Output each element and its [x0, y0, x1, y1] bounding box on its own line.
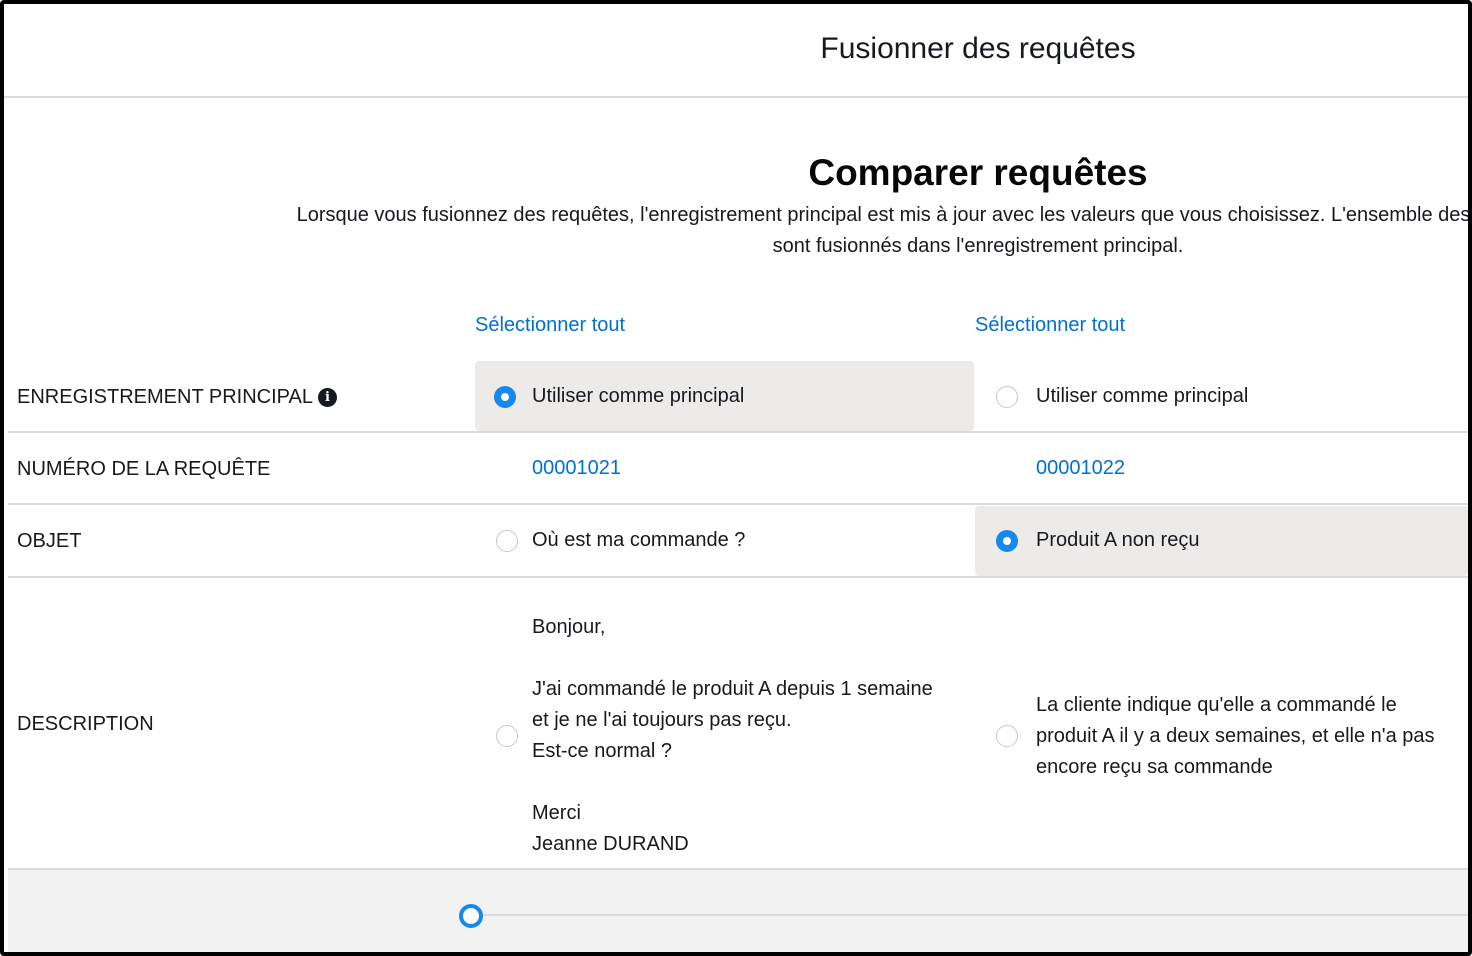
- modal-header: Fusionner des requêtes: [4, 4, 1468, 98]
- subject-cell-2[interactable]: Produit A non reçu: [975, 506, 1468, 576]
- description-cell-1[interactable]: Bonjour, J'ai commandé le produit A depu…: [475, 580, 974, 868]
- description-1-line: [532, 643, 933, 674]
- master-record-option-1: Utiliser comme principal: [532, 385, 745, 407]
- subject-radio-2[interactable]: [996, 530, 1018, 552]
- description-label: DESCRIPTION: [17, 712, 154, 735]
- case-number-row: NUMÉRO DE LA REQUÊTE 00001021 00001022: [8, 435, 1468, 505]
- description-1-line: Jeanne DURAND: [532, 833, 689, 855]
- description-row: DESCRIPTION Bonjour, J'ai commandé le pr…: [8, 580, 1468, 870]
- info-icon[interactable]: i: [317, 387, 337, 407]
- subject-radio-1[interactable]: [496, 530, 518, 552]
- select-all-link-column-1[interactable]: Sélectionner tout: [475, 314, 625, 337]
- master-record-row: ENREGISTREMENT PRINCIPAL i Utiliser comm…: [8, 361, 1468, 433]
- merge-description-line-2: sont fusionnés dans l'enregistrement pri…: [772, 235, 1184, 257]
- description-2-line: produit A il y a deux semaines, et elle …: [1036, 725, 1435, 747]
- master-record-radio-2[interactable]: [996, 386, 1018, 408]
- subject-row: OBJET Où est ma commande ? Produit A non…: [8, 506, 1468, 578]
- case-number-link-2[interactable]: 00001022: [1036, 453, 1125, 484]
- description-text-1: Bonjour, J'ai commandé le produit A depu…: [532, 612, 933, 860]
- subject-option-1: Où est ma commande ?: [532, 529, 746, 551]
- subject-option-2: Produit A non reçu: [1036, 529, 1200, 551]
- description-1-line: J'ai commandé le produit A depuis 1 sema…: [532, 678, 933, 700]
- case-number-label: NUMÉRO DE LA REQUÊTE: [17, 457, 271, 480]
- master-record-cell-2[interactable]: Utiliser comme principal: [975, 361, 1468, 431]
- select-all-link-column-2[interactable]: Sélectionner tout: [975, 314, 1125, 337]
- modal-footer: [8, 870, 1468, 952]
- subject-cell-1[interactable]: Où est ma commande ?: [475, 506, 974, 576]
- subject-label: OBJET: [17, 529, 82, 552]
- master-record-label-text: ENREGISTREMENT PRINCIPAL: [17, 385, 313, 408]
- description-1-line: Merci: [532, 802, 581, 824]
- description-radio-1[interactable]: [496, 725, 518, 747]
- master-record-cell-1[interactable]: Utiliser comme principal: [475, 361, 974, 431]
- case-number-cell-2: 00001022: [975, 435, 1468, 503]
- description-cell-2[interactable]: La cliente indique qu'elle a commandé le…: [975, 580, 1468, 868]
- description-1-line: Est-ce normal ?: [532, 740, 673, 762]
- description-text-2: La cliente indique qu'elle a commandé le…: [1036, 690, 1435, 783]
- merge-description: Lorsque vous fusionnez des requêtes, l'e…: [40, 200, 1471, 262]
- progress-track: [483, 914, 1468, 916]
- merge-description-line-1: Lorsque vous fusionnez des requêtes, l'e…: [296, 204, 1471, 226]
- page-heading: Comparer requêtes: [808, 152, 1148, 193]
- progress-step-indicator[interactable]: [459, 904, 483, 928]
- master-record-label: ENREGISTREMENT PRINCIPAL i: [17, 361, 337, 433]
- master-record-radio-1[interactable]: [494, 386, 516, 408]
- description-1-line: [532, 767, 933, 798]
- description-1-line: Bonjour,: [532, 616, 606, 638]
- merge-cases-modal: Fusionner des requêtes Comparer requêtes…: [0, 0, 1472, 956]
- case-number-cell-1: 00001021: [475, 435, 974, 503]
- case-number-link-1[interactable]: 00001021: [532, 453, 621, 484]
- modal-title: Fusionner des requêtes: [820, 32, 1136, 65]
- master-record-option-2: Utiliser comme principal: [1036, 385, 1249, 407]
- description-2-line: La cliente indique qu'elle a commandé le: [1036, 694, 1397, 716]
- description-1-line: et je ne l'ai toujours pas reçu.: [532, 709, 792, 731]
- description-2-line: encore reçu sa commande: [1036, 756, 1273, 778]
- description-radio-2[interactable]: [996, 725, 1018, 747]
